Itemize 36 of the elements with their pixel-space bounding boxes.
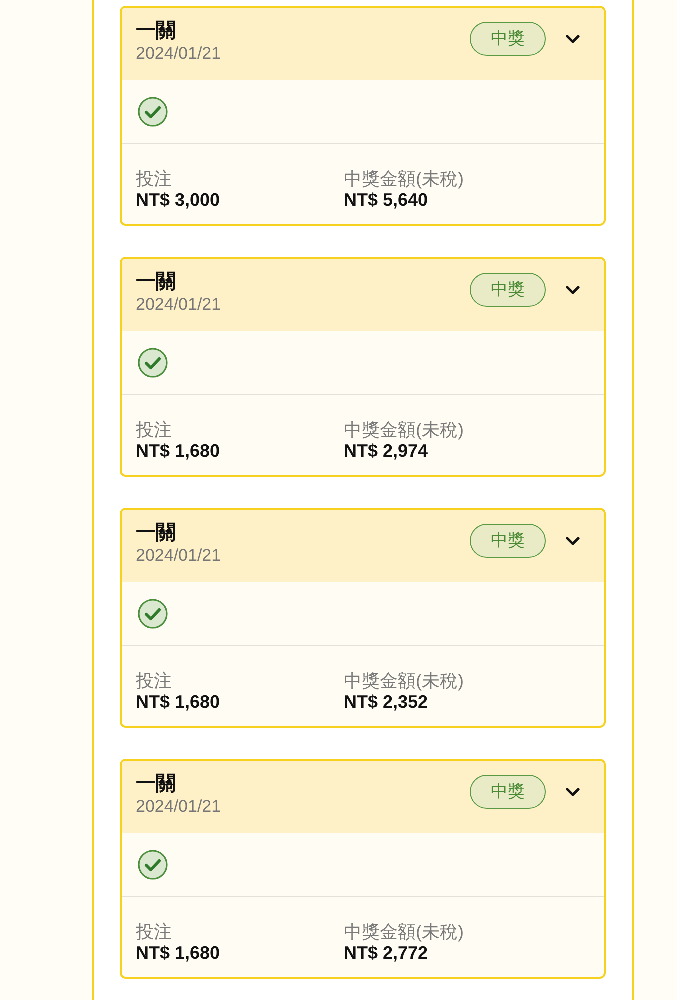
amount-value: NT$ 2,772 [344,943,428,964]
amount-value: NT$ 3,000 [136,190,220,211]
chevron-button[interactable] [566,788,580,797]
amount-value: NT$ 2,974 [344,441,428,462]
amount-value: NT$ 1,680 [136,943,220,964]
bet-date: 2024/01/21 [136,294,222,316]
amount-label: 中獎金額(未稅) [344,168,464,190]
bet-date: 2024/01/21 [136,545,222,567]
amount-label: 投注 [136,921,172,943]
amount-label: 中獎金額(未稅) [344,921,464,943]
chevron-down-icon [566,35,580,44]
chevron-button[interactable] [566,35,580,44]
amount-value: NT$ 5,640 [344,190,428,211]
status-badge: 中獎 [470,273,546,307]
amount-label: 中獎金額(未稅) [344,670,464,692]
chevron-down-icon [566,286,580,295]
chevron-button[interactable] [566,537,580,546]
bet-type-title: 一關 [136,270,176,294]
amount-value: NT$ 1,680 [136,692,220,713]
chevron-button[interactable] [566,286,580,295]
amount-value: NT$ 2,352 [344,692,428,713]
bet-type-title: 一關 [136,19,176,43]
amount-label: 投注 [136,419,172,441]
bet-type-title: 一關 [136,772,176,796]
amount-label: 投注 [136,670,172,692]
amount-label: 中獎金額(未稅) [344,419,464,441]
bet-date: 2024/01/21 [136,796,222,818]
amount-value: NT$ 1,680 [136,441,220,462]
status-badge: 中獎 [470,22,546,56]
amount-label: 投注 [136,168,172,190]
bet-date: 2024/01/21 [136,43,222,65]
chevron-down-icon [566,537,580,546]
status-badge: 中獎 [470,775,546,809]
chevron-down-icon [566,788,580,797]
bet-type-title: 一關 [136,521,176,545]
status-badge: 中獎 [470,524,546,558]
